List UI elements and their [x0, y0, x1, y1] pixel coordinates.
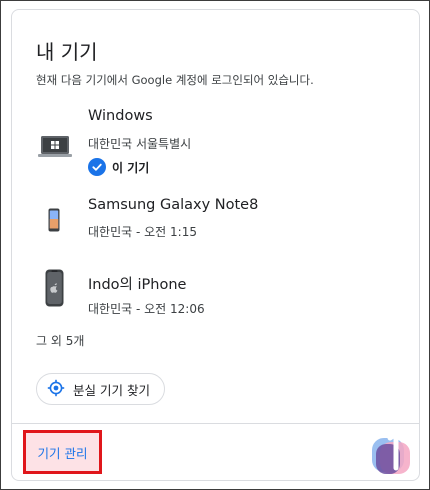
device-name: Indo의 iPhone	[88, 277, 187, 293]
manage-devices-label: 기기 관리	[37, 445, 88, 461]
this-device-badge: 이 기기	[88, 158, 149, 176]
device-last-seen: 대한민국 - 오전 12:06	[88, 302, 205, 316]
card-title: 내 기기	[36, 40, 98, 64]
find-lost-device-button[interactable]: 분실 기기 찾기	[36, 373, 165, 405]
device-name: Windows	[88, 108, 153, 124]
manage-devices-link[interactable]: 기기 관리	[23, 430, 102, 474]
find-lost-device-label: 분실 기기 찾기	[73, 382, 150, 398]
this-device-label: 이 기기	[112, 160, 150, 175]
check-circle-icon	[88, 158, 106, 176]
device-location: 대한민국 서울특별시	[88, 137, 192, 151]
card-subtitle: 현재 다음 기기에서 Google 계정에 로그인되어 있습니다.	[36, 73, 314, 87]
footer-divider	[12, 423, 419, 424]
watermark-logo-icon	[368, 428, 412, 480]
iphone-icon	[45, 269, 64, 311]
device-name: Samsung Galaxy Note8	[88, 197, 259, 213]
android-phone-icon	[48, 208, 60, 236]
more-devices-text[interactable]: 그 외 5개	[36, 332, 84, 349]
my-devices-card: 내 기기 현재 다음 기기에서 Google 계정에 로그인되어 있습니다. W…	[11, 9, 420, 481]
location-target-icon	[47, 379, 65, 400]
laptop-icon	[38, 136, 72, 162]
device-last-seen: 대한민국 - 오전 1:15	[88, 225, 197, 239]
